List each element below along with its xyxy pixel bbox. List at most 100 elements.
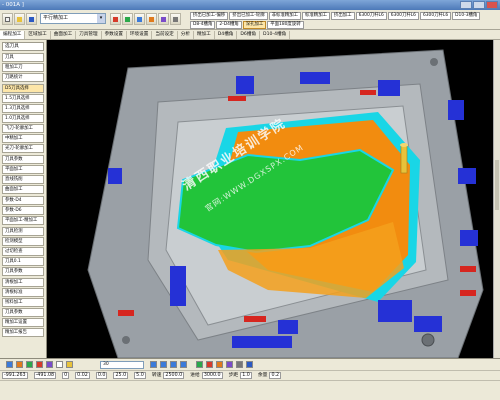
panel-item[interactable]: 参数-D6 (2, 206, 44, 215)
cut-input[interactable]: 1.0 (240, 372, 252, 379)
op-button[interactable]: D10-3槽角 (452, 12, 481, 20)
tab-item[interactable]: D10-4槽角 (260, 30, 291, 39)
minimize-button[interactable] (460, 1, 472, 9)
panel-item[interactable]: 中精加工 (2, 134, 44, 143)
fit-icon[interactable] (66, 361, 73, 368)
save-icon[interactable] (26, 13, 37, 25)
new-file-icon[interactable] (2, 13, 13, 25)
simulate-icon[interactable] (134, 13, 145, 25)
panel-item[interactable]: 曲面加工 (2, 185, 44, 194)
view-select[interactable]: 30 (100, 361, 144, 369)
stepover-cell: 0.0 (95, 371, 108, 380)
3d-viewport[interactable]: 清西职业培训学院 官网:WWW.DGXSPX.COM (48, 40, 500, 358)
op-button[interactable]: 6300刀杆L6 (355, 12, 387, 20)
speed-input[interactable]: 2500.0 (163, 372, 185, 379)
panel-item[interactable]: 平面加工-精加工 (2, 216, 44, 225)
maximize-button[interactable] (473, 1, 485, 9)
panel-item[interactable]: 参数-D4 (2, 196, 44, 205)
stock-input[interactable]: 0.2 (269, 372, 282, 379)
color-icon[interactable] (216, 361, 223, 368)
op-button[interactable]: 6300刀杆L6 (387, 12, 419, 20)
tab-item[interactable]: D6槽角 (237, 30, 261, 39)
tab-item[interactable]: 曲面加工 (51, 30, 77, 39)
op-button[interactable]: 挤出加工 (330, 12, 355, 20)
op-button-active[interactable]: 深孔加工 (242, 21, 267, 29)
shade-icon[interactable] (46, 361, 53, 368)
panel-item[interactable]: 1.3刀具选择 (2, 104, 44, 113)
panel-group-label[interactable]: 刀具 (2, 53, 44, 62)
panel-item[interactable]: 刀具参数 (2, 267, 44, 276)
feed-input[interactable]: 3000.0 (201, 372, 223, 379)
grid-icon[interactable] (236, 361, 243, 368)
chevron-down-icon[interactable]: ▾ (97, 14, 105, 23)
tolerance-input[interactable]: 0.02 (75, 372, 90, 379)
op-button[interactable]: D8-4槽角 (190, 21, 216, 29)
op-button[interactable]: 6300刀杆L6 (419, 12, 452, 20)
tab-item[interactable]: 参数设置 (102, 30, 127, 39)
panel-item[interactable]: 直线铣削 (2, 175, 44, 184)
iso-view-icon[interactable] (180, 361, 187, 368)
settings-icon[interactable] (170, 13, 181, 25)
zoom-icon[interactable] (16, 361, 23, 368)
angle-input[interactable]: 25.0 (113, 372, 129, 379)
depth-input[interactable]: 5.0 (134, 372, 146, 379)
panel-item[interactable]: 刀具0.1 (2, 257, 44, 266)
pan-icon[interactable] (26, 361, 33, 368)
clamp-block (170, 266, 186, 306)
panel-item[interactable]: 检测模型 (2, 237, 44, 246)
stepover-input[interactable]: 0.0 (95, 372, 108, 379)
tab-item[interactable]: 刀具管理 (76, 30, 102, 39)
section-icon[interactable] (226, 361, 233, 368)
close-button[interactable] (486, 1, 498, 9)
cursor-icon[interactable] (6, 361, 13, 368)
op-button[interactable]: 挤出已加工-偏移 (190, 12, 229, 20)
panel-item[interactable]: 过切检查 (2, 247, 44, 256)
op-button[interactable]: 非标准精加工 (268, 12, 302, 20)
panel-item[interactable]: 飞刀-轮廓加工 (2, 124, 44, 133)
op-button[interactable]: 标准精加工 (302, 12, 330, 20)
panel-item[interactable]: 1.0刀具选择 (2, 114, 44, 123)
op-button[interactable]: 挤出已加工-轮廓 (229, 12, 268, 20)
verify-icon[interactable] (146, 13, 157, 25)
panel-item[interactable]: 平面加工 (2, 165, 44, 174)
tab-item[interactable]: D4槽角 (215, 30, 238, 39)
toolpath-icon[interactable] (110, 13, 121, 25)
tab-item[interactable]: 精加工 (194, 30, 215, 39)
output-icon[interactable] (158, 13, 169, 25)
op-button[interactable]: 2-D4槽角 (216, 21, 242, 29)
tab-item[interactable]: 环境设置 (127, 30, 153, 39)
panel-item[interactable]: 残料加工 (2, 298, 44, 307)
panel-item[interactable]: 粗加工刀 (2, 63, 44, 72)
scrollbar-thumb[interactable] (495, 160, 499, 210)
panel-header[interactable]: 选刀具 (2, 42, 44, 51)
top-view-icon[interactable] (150, 361, 157, 368)
rotate-icon[interactable] (36, 361, 43, 368)
machining-mode-select[interactable]: 平行精加工 ▾ (40, 13, 106, 24)
snap-icon[interactable] (246, 361, 253, 368)
tab-item[interactable]: 编程加工 (0, 30, 26, 39)
tab-item[interactable]: 分析 (178, 30, 194, 39)
wireframe-icon[interactable] (56, 361, 63, 368)
panel-item[interactable]: 清根加工 (2, 278, 44, 287)
front-view-icon[interactable] (160, 361, 167, 368)
panel-item[interactable]: 精加工报告 (2, 328, 44, 337)
panel-item[interactable]: 刀路统计 (2, 73, 44, 82)
tab-item[interactable]: 区域加工 (25, 30, 51, 39)
tab-item[interactable]: 当前设定 (152, 30, 178, 39)
measure-icon[interactable] (206, 361, 213, 368)
panel-item[interactable]: 刀具检测 (2, 227, 44, 236)
panel-item[interactable]: 刀具参数 (2, 155, 44, 164)
layer-icon[interactable] (196, 361, 203, 368)
panel-item[interactable]: 清根标准 (2, 288, 44, 297)
panel-item[interactable]: 精加工设置 (2, 318, 44, 327)
panel-item[interactable]: 光刀-轮廓加工 (2, 144, 44, 153)
op-button[interactable]: 平面180度旋转 (267, 21, 304, 29)
open-file-icon[interactable] (14, 13, 25, 25)
stock-cell: 余量 0.2 (258, 371, 282, 380)
side-view-icon[interactable] (170, 361, 177, 368)
panel-item[interactable]: 1.5刀具选择 (2, 94, 44, 103)
vertical-scrollbar[interactable] (493, 40, 500, 358)
panel-item[interactable]: D5刀具选择 (2, 84, 44, 93)
tool-icon[interactable] (122, 13, 133, 25)
panel-item[interactable]: 刀具参数 (2, 308, 44, 317)
